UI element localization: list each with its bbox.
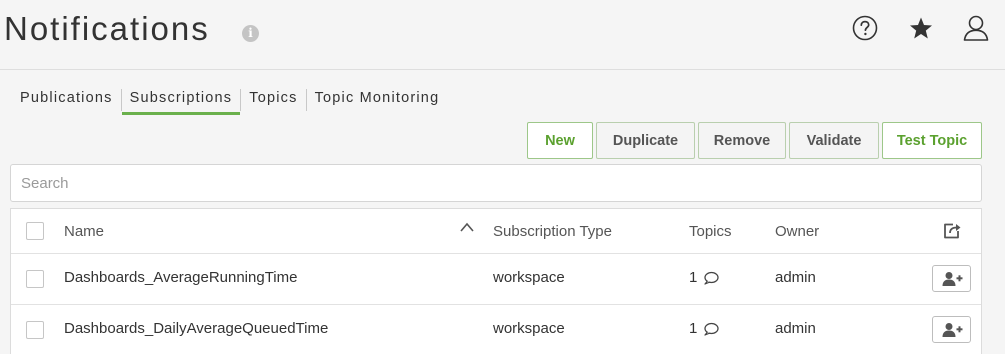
search-input[interactable] xyxy=(10,164,982,202)
user-icon[interactable] xyxy=(962,14,990,42)
subscription-name[interactable]: Dashboards_AverageRunningTime xyxy=(64,269,297,286)
export-icon[interactable] xyxy=(942,222,962,240)
comment-icon xyxy=(704,271,719,285)
add-user-icon xyxy=(942,322,962,337)
page-title: Notifications xyxy=(4,10,210,47)
subscription-type: workspace xyxy=(493,320,565,337)
tab-topics[interactable]: Topics xyxy=(241,84,305,115)
row-checkbox[interactable] xyxy=(26,270,44,288)
tab-subscriptions[interactable]: Subscriptions xyxy=(121,84,241,115)
duplicate-button[interactable]: Duplicate xyxy=(596,122,695,159)
page-header: Notifications i xyxy=(0,0,1005,70)
owner: admin xyxy=(775,320,816,337)
topics-count-cell[interactable]: 1 xyxy=(689,269,719,286)
remove-button[interactable]: Remove xyxy=(698,122,786,159)
help-icon[interactable] xyxy=(851,14,879,42)
table-row[interactable]: Dashboards_DailyAverageQueuedTime worksp… xyxy=(11,305,981,354)
column-header-subscription-type[interactable]: Subscription Type xyxy=(493,223,612,240)
column-header-name[interactable]: Name xyxy=(64,223,104,240)
column-header-topics[interactable]: Topics xyxy=(689,223,732,240)
subscriptions-table: Name Subscription Type Topics Owner Dash… xyxy=(10,208,982,354)
tab-topic-monitoring[interactable]: Topic Monitoring xyxy=(307,84,448,115)
subscription-type: workspace xyxy=(493,269,565,286)
sort-ascending-icon[interactable] xyxy=(459,221,475,233)
validate-button[interactable]: Validate xyxy=(789,122,879,159)
tab-publications[interactable]: Publications xyxy=(12,84,121,115)
subscription-name[interactable]: Dashboards_DailyAverageQueuedTime xyxy=(64,320,328,337)
column-header-owner[interactable]: Owner xyxy=(775,223,819,240)
topics-count: 1 xyxy=(689,320,698,337)
table-row[interactable]: Dashboards_AverageRunningTime workspace … xyxy=(11,254,981,305)
topics-count-cell[interactable]: 1 xyxy=(689,320,719,337)
star-icon[interactable] xyxy=(907,14,935,42)
topics-count: 1 xyxy=(689,269,698,286)
test-topic-button[interactable]: Test Topic xyxy=(882,122,982,159)
comment-icon xyxy=(704,322,719,336)
tab-bar: Publications Subscriptions Topics Topic … xyxy=(12,84,447,116)
owner: admin xyxy=(775,269,816,286)
add-user-icon xyxy=(942,271,962,286)
add-subscriber-button[interactable] xyxy=(932,265,971,292)
table-header-row: Name Subscription Type Topics Owner xyxy=(11,209,981,254)
select-all-checkbox[interactable] xyxy=(26,222,44,240)
add-subscriber-button[interactable] xyxy=(932,316,971,343)
info-icon[interactable]: i xyxy=(242,25,259,42)
row-checkbox[interactable] xyxy=(26,321,44,339)
new-button[interactable]: New xyxy=(527,122,593,159)
